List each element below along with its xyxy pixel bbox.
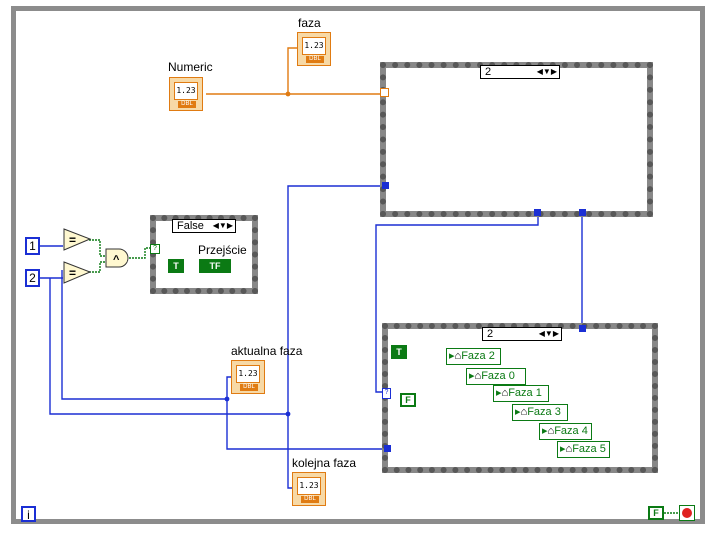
constant-1[interactable]: 1 <box>25 237 40 255</box>
numeric-value: 1.23 <box>174 82 198 100</box>
stop-icon <box>682 508 692 518</box>
junction-dot <box>224 396 230 402</box>
faza-label: faza <box>298 16 321 30</box>
faza-local-variable[interactable]: ▸⌂Faza 0 <box>466 368 526 385</box>
dbl-tag: DBL <box>301 496 319 503</box>
selector-arrows-icon[interactable]: ◀▼▶ <box>537 66 557 78</box>
junction-dot <box>285 91 291 97</box>
case-selector-terminal: ? <box>150 244 160 254</box>
przejscie-indicator[interactable]: TF <box>199 259 231 273</box>
and-primitive: ^ <box>105 248 129 268</box>
kolejna-faza-indicator[interactable]: 1.23 DBL <box>292 472 326 506</box>
wire-to-bottom-case <box>226 399 385 450</box>
equals-primitive-2: = <box>63 261 92 284</box>
stop-false-constant[interactable]: F <box>648 506 664 520</box>
case-selector-bottom[interactable]: 2 ◀▼▶ <box>482 327 562 341</box>
faza-value: 1.23 <box>302 37 326 55</box>
aktualna-faza-value: 1.23 <box>236 365 260 383</box>
case-selector-top[interactable]: 2 ◀▼▶ <box>480 65 560 79</box>
aktualna-faza-label: aktualna faza <box>231 344 303 358</box>
true-constant[interactable]: T <box>168 259 184 273</box>
dbl-tag: DBL <box>240 384 258 391</box>
case-selector-terminal: ? <box>382 388 391 399</box>
selector-arrows-icon[interactable]: ◀▼▶ <box>539 328 559 340</box>
and-symbol: ^ <box>113 254 120 266</box>
constant-2[interactable]: 2 <box>25 269 40 287</box>
case-selector-terminal <box>380 88 389 97</box>
tunnel <box>579 325 586 332</box>
tunnel <box>384 445 391 452</box>
equals-symbol: = <box>69 233 76 247</box>
case-structure-false[interactable]: False ◀▼▶ Przejście T TF <box>150 215 258 294</box>
aktualna-faza-indicator[interactable]: 1.23 DBL <box>231 360 265 394</box>
case-selector-value: False <box>177 220 204 232</box>
wire-top-case-in <box>287 185 385 414</box>
tunnel <box>382 182 389 189</box>
tunnel <box>534 209 541 216</box>
faza-local-variable[interactable]: ▸⌂Faza 2 <box>446 348 501 365</box>
faza-local-variable[interactable]: ▸⌂Faza 1 <box>493 385 549 402</box>
junction-dot <box>285 411 291 417</box>
equals-symbol: = <box>69 266 76 280</box>
faza-local-variable[interactable]: ▸⌂Faza 3 <box>512 404 568 421</box>
przejscie-label: Przejście <box>198 243 247 257</box>
stop-terminal[interactable] <box>679 505 695 521</box>
tunnel <box>579 209 586 216</box>
kolejna-faza-label: kolejna faza <box>292 456 357 470</box>
selector-arrows-icon[interactable]: ◀▼▶ <box>213 220 233 232</box>
wire-faza <box>287 47 297 94</box>
faza-local-variable[interactable]: ▸⌂Faza 5 <box>557 441 610 458</box>
true-constant-bottom[interactable]: T <box>391 345 407 359</box>
faza-local-variable[interactable]: ▸⌂Faza 4 <box>539 423 592 440</box>
iteration-terminal: i <box>21 506 36 522</box>
kolejna-faza-value: 1.23 <box>297 477 321 495</box>
faza-indicator[interactable]: 1.23 DBL <box>297 32 331 66</box>
false-constant-bottom[interactable]: F <box>400 393 416 407</box>
dbl-tag: DBL <box>306 56 324 63</box>
case-selector-false[interactable]: False ◀▼▶ <box>172 219 236 233</box>
equals-primitive-1: = <box>63 228 92 251</box>
dbl-tag: DBL <box>178 101 196 108</box>
case-selector-value: 2 <box>487 328 494 340</box>
case-selector-value: 2 <box>485 66 492 78</box>
case-structure-top[interactable]: 2 ◀▼▶ <box>380 62 653 217</box>
numeric-control[interactable]: 1.23 DBL <box>169 77 203 111</box>
numeric-label: Numeric <box>168 60 213 74</box>
